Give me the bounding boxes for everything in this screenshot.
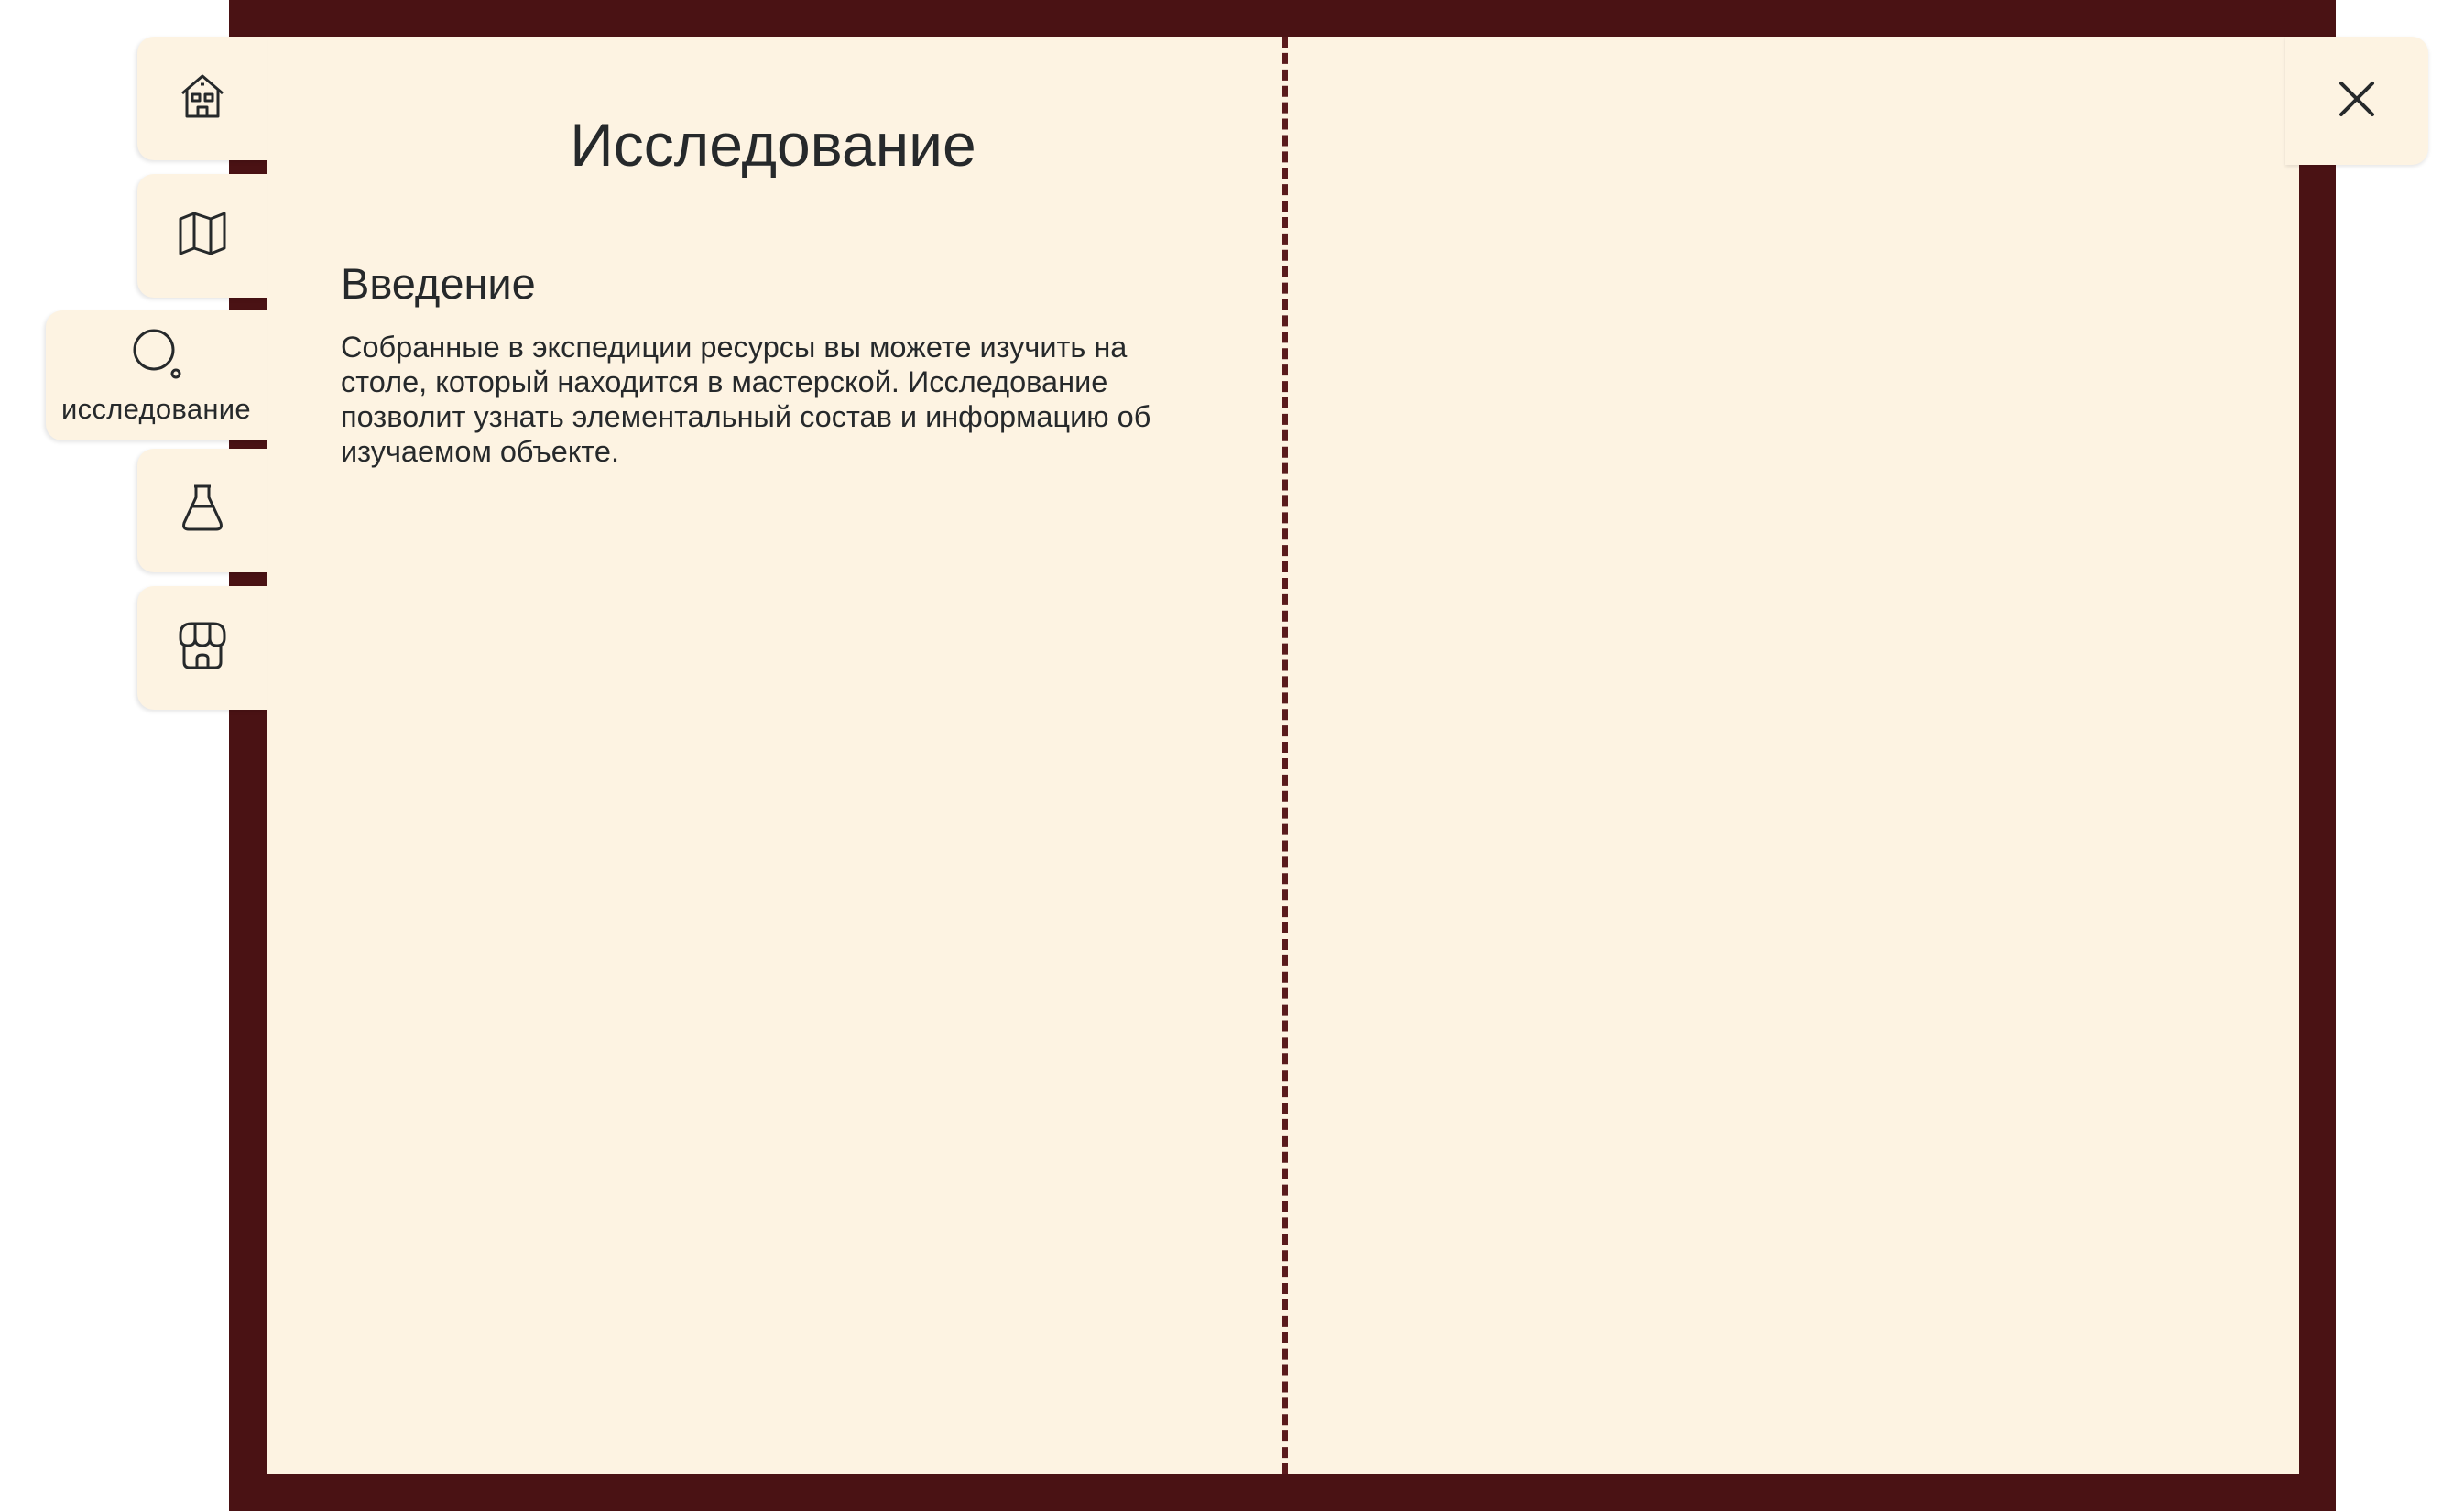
section-title: Введение <box>341 259 536 308</box>
shop-icon <box>175 618 230 678</box>
intro-paragraph: Собранные в экспедиции ресурсы вы можете… <box>341 331 1151 468</box>
magnifier-icon <box>128 326 185 387</box>
page-divider <box>1282 37 1288 1474</box>
tab-research[interactable]: исследование <box>46 310 267 440</box>
close-icon <box>2334 76 2380 126</box>
tab-map[interactable] <box>137 174 267 298</box>
close-button[interactable] <box>2285 37 2428 165</box>
home-icon <box>175 69 230 128</box>
tab-research-label: исследование <box>61 392 251 425</box>
map-icon <box>175 206 230 266</box>
tab-home[interactable] <box>137 37 267 160</box>
tab-shop[interactable] <box>137 586 267 710</box>
flask-icon <box>175 481 230 540</box>
tab-alchemy[interactable] <box>137 449 267 572</box>
page-title: Исследование <box>570 111 976 179</box>
